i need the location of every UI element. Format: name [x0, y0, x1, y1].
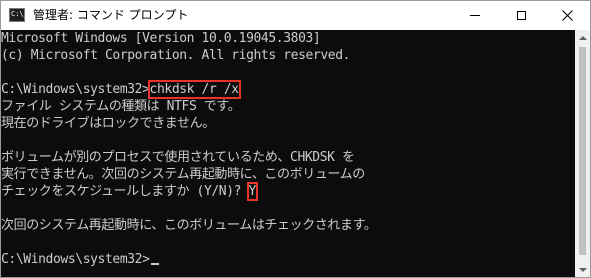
text-cursor: [150, 263, 159, 265]
close-icon: [561, 10, 573, 21]
prompt: C:\Windows\system32>: [1, 252, 150, 267]
cmd-icon: C:\_: [9, 8, 28, 22]
minimize-icon: [470, 15, 480, 16]
title-bar[interactable]: C:\_ 管理者: コマンド プロンプト: [1, 1, 590, 30]
maximize-icon: [516, 11, 526, 20]
scroll-up-button[interactable]: [575, 30, 590, 45]
vertical-scrollbar[interactable]: [575, 30, 590, 277]
console-line: 実行できません。次回のシステム再起動時に、このボリュームの: [1, 167, 365, 182]
close-button[interactable]: [544, 1, 590, 30]
minimize-button[interactable]: [452, 1, 498, 30]
chevron-down-icon: [578, 267, 587, 272]
scrollbar-thumb[interactable]: [579, 47, 586, 255]
chevron-up-icon: [578, 35, 587, 40]
prompt: C:\Windows\system32>: [1, 82, 150, 97]
console-line: 次回のシステム再起動時に、このボリュームはチェックされます。: [1, 218, 377, 233]
question-line: チェックをスケジュールしますか (Y/N)? Y: [1, 182, 259, 201]
console-output[interactable]: Microsoft Windows [Version 10.0.19045.38…: [1, 30, 575, 277]
console-line: ボリュームが別のプロセスで使用されているため、CHKDSK を: [1, 150, 355, 165]
highlighted-command: chkdsk /r /x: [147, 80, 241, 99]
console-line: Microsoft Windows [Version 10.0.19045.38…: [1, 31, 321, 46]
highlighted-answer: Y: [246, 182, 259, 201]
console-line: 現在のドライブはロックできません。: [1, 116, 215, 131]
scroll-down-button[interactable]: [575, 262, 590, 277]
console-line: (c) Microsoft Corporation. All rights re…: [1, 48, 351, 63]
question-text: チェックをスケジュールしますか (Y/N)?: [1, 184, 249, 199]
prompt-line: C:\Windows\system32>: [1, 251, 159, 268]
command-prompt-window: C:\_ 管理者: コマンド プロンプト Microsoft Windows […: [0, 0, 591, 278]
console-line: ファイル システムの種類は NTFS です。: [1, 99, 241, 114]
maximize-button[interactable]: [498, 1, 544, 30]
command-line: C:\Windows\system32>chkdsk /r /x: [1, 80, 241, 99]
window-title: 管理者: コマンド プロンプト: [33, 8, 189, 22]
